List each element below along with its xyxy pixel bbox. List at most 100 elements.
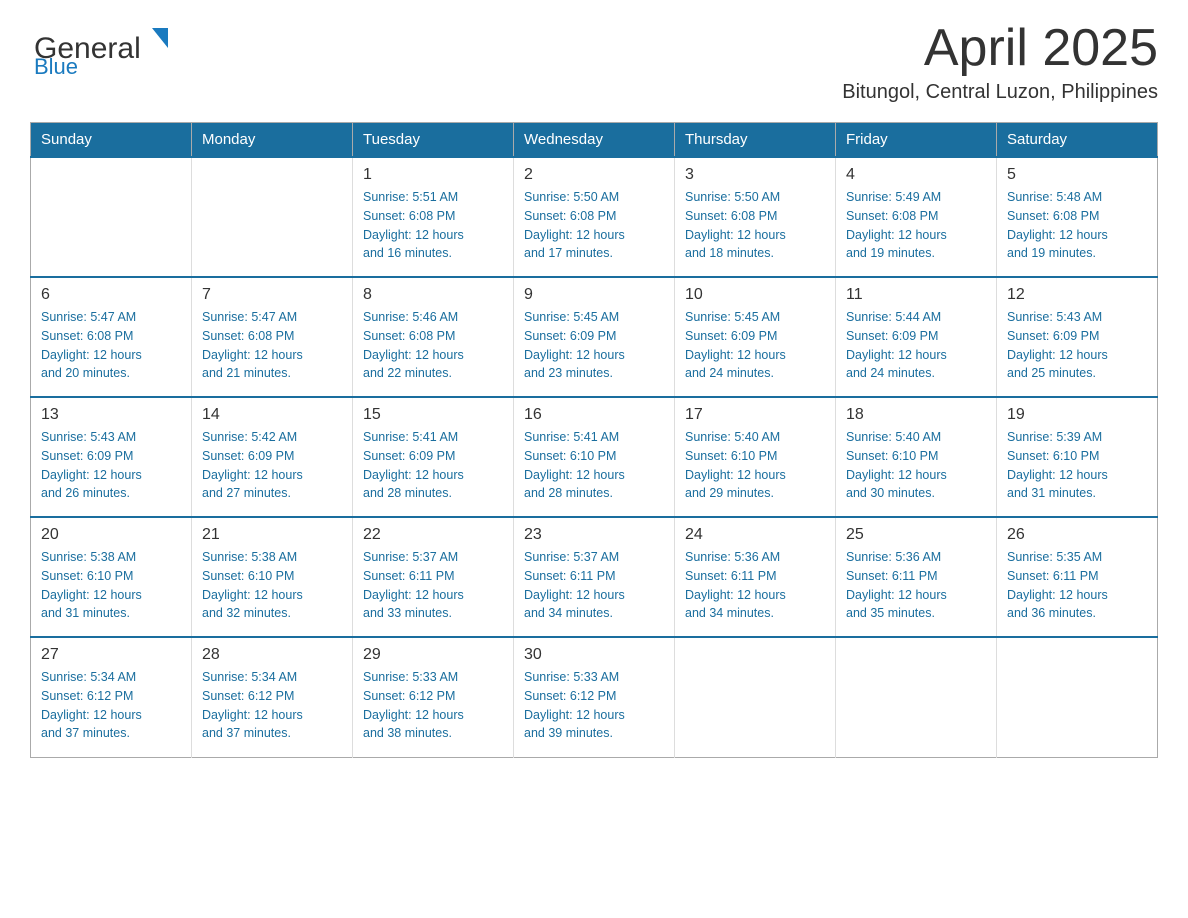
day-info: Sunrise: 5:49 AMSunset: 6:08 PMDaylight:… — [846, 188, 986, 263]
calendar-cell: 5Sunrise: 5:48 AMSunset: 6:08 PMDaylight… — [997, 157, 1158, 277]
calendar-cell — [31, 157, 192, 277]
calendar-header-friday: Friday — [836, 123, 997, 158]
day-info: Sunrise: 5:40 AMSunset: 6:10 PMDaylight:… — [846, 428, 986, 503]
day-info: Sunrise: 5:41 AMSunset: 6:10 PMDaylight:… — [524, 428, 664, 503]
day-number: 23 — [524, 526, 664, 544]
calendar-cell — [192, 157, 353, 277]
day-info: Sunrise: 5:40 AMSunset: 6:10 PMDaylight:… — [685, 428, 825, 503]
day-number: 13 — [41, 406, 181, 424]
location-title: Bitungol, Central Luzon, Philippines — [842, 81, 1158, 104]
calendar-table: SundayMondayTuesdayWednesdayThursdayFrid… — [30, 122, 1158, 758]
day-info: Sunrise: 5:38 AMSunset: 6:10 PMDaylight:… — [202, 548, 342, 623]
day-number: 7 — [202, 286, 342, 304]
calendar-cell: 18 Sunrise: 5:40 AMSunset: 6:10 PMDayligh… — [836, 397, 997, 517]
calendar-cell: 23 Sunrise: 5:37 AMSunset: 6:11 PMDayligh… — [514, 517, 675, 637]
month-title: April 2025 — [842, 20, 1158, 77]
calendar-cell — [836, 637, 997, 757]
calendar-week-row: 6 Sunrise: 5:47 AMSunset: 6:08 PMDaylight… — [31, 277, 1158, 397]
calendar-header-sunday: Sunday — [31, 123, 192, 158]
day-number: 30 — [524, 646, 664, 664]
day-info: Sunrise: 5:43 AMSunset: 6:09 PMDaylight:… — [41, 428, 181, 503]
calendar-cell: 20 Sunrise: 5:38 AMSunset: 6:10 PMDayligh… — [31, 517, 192, 637]
calendar-cell: 22 Sunrise: 5:37 AMSunset: 6:11 PMDayligh… — [353, 517, 514, 637]
day-number: 11 — [846, 286, 986, 304]
day-number: 22 — [363, 526, 503, 544]
day-info: Sunrise: 5:46 AMSunset: 6:08 PMDaylight:… — [363, 308, 503, 383]
calendar-week-row: 13 Sunrise: 5:43 AMSunset: 6:09 PMDayligh… — [31, 397, 1158, 517]
calendar-cell: 19 Sunrise: 5:39 AMSunset: 6:10 PMDayligh… — [997, 397, 1158, 517]
day-number: 21 — [202, 526, 342, 544]
day-info: Sunrise: 5:35 AMSunset: 6:11 PMDaylight:… — [1007, 548, 1147, 623]
day-number: 26 — [1007, 526, 1147, 544]
day-number: 9 — [524, 286, 664, 304]
page-header: General Blue April 2025 Bitungol, Centra… — [30, 20, 1158, 104]
calendar-cell: 13 Sunrise: 5:43 AMSunset: 6:09 PMDayligh… — [31, 397, 192, 517]
day-number: 17 — [685, 406, 825, 424]
calendar-cell: 12 Sunrise: 5:43 AMSunset: 6:09 PMDayligh… — [997, 277, 1158, 397]
calendar-week-row: 20 Sunrise: 5:38 AMSunset: 6:10 PMDayligh… — [31, 517, 1158, 637]
calendar-header-tuesday: Tuesday — [353, 123, 514, 158]
day-number: 6 — [41, 286, 181, 304]
calendar-cell — [997, 637, 1158, 757]
day-info: Sunrise: 5:33 AMSunset: 6:12 PMDaylight:… — [363, 668, 503, 743]
day-number: 1 — [363, 166, 503, 184]
day-info: Sunrise: 5:48 AMSunset: 6:08 PMDaylight:… — [1007, 188, 1147, 263]
calendar-cell: 4 Sunrise: 5:49 AMSunset: 6:08 PMDaylight… — [836, 157, 997, 277]
day-number: 4 — [846, 166, 986, 184]
calendar-cell: 25Sunrise: 5:36 AMSunset: 6:11 PMDayligh… — [836, 517, 997, 637]
svg-text:Blue: Blue — [34, 54, 78, 75]
title-section: April 2025 Bitungol, Central Luzon, Phil… — [842, 20, 1158, 104]
day-info: Sunrise: 5:47 AMSunset: 6:08 PMDaylight:… — [202, 308, 342, 383]
logo-svg: General Blue — [30, 20, 210, 75]
day-number: 18 — [846, 406, 986, 424]
calendar-cell: 8 Sunrise: 5:46 AMSunset: 6:08 PMDaylight… — [353, 277, 514, 397]
day-info: Sunrise: 5:36 AMSunset: 6:11 PMDaylight:… — [685, 548, 825, 623]
calendar-header-wednesday: Wednesday — [514, 123, 675, 158]
day-info: Sunrise: 5:37 AMSunset: 6:11 PMDaylight:… — [363, 548, 503, 623]
calendar-cell — [675, 637, 836, 757]
calendar-cell: 9 Sunrise: 5:45 AMSunset: 6:09 PMDaylight… — [514, 277, 675, 397]
day-info: Sunrise: 5:41 AMSunset: 6:09 PMDaylight:… — [363, 428, 503, 503]
day-number: 29 — [363, 646, 503, 664]
day-number: 24 — [685, 526, 825, 544]
day-number: 16 — [524, 406, 664, 424]
day-info: Sunrise: 5:33 AMSunset: 6:12 PMDaylight:… — [524, 668, 664, 743]
calendar-cell: 10Sunrise: 5:45 AMSunset: 6:09 PMDayligh… — [675, 277, 836, 397]
calendar-cell: 6 Sunrise: 5:47 AMSunset: 6:08 PMDaylight… — [31, 277, 192, 397]
day-info: Sunrise: 5:39 AMSunset: 6:10 PMDaylight:… — [1007, 428, 1147, 503]
day-number: 19 — [1007, 406, 1147, 424]
day-number: 25 — [846, 526, 986, 544]
day-info: Sunrise: 5:47 AMSunset: 6:08 PMDaylight:… — [41, 308, 181, 383]
calendar-header-monday: Monday — [192, 123, 353, 158]
day-number: 27 — [41, 646, 181, 664]
day-info: Sunrise: 5:50 AMSunset: 6:08 PMDaylight:… — [524, 188, 664, 263]
day-number: 12 — [1007, 286, 1147, 304]
calendar-cell: 26 Sunrise: 5:35 AMSunset: 6:11 PMDayligh… — [997, 517, 1158, 637]
day-info: Sunrise: 5:38 AMSunset: 6:10 PMDaylight:… — [41, 548, 181, 623]
calendar-header-row: SundayMondayTuesdayWednesdayThursdayFrid… — [31, 123, 1158, 158]
day-info: Sunrise: 5:50 AMSunset: 6:08 PMDaylight:… — [685, 188, 825, 263]
calendar-cell: 16 Sunrise: 5:41 AMSunset: 6:10 PMDayligh… — [514, 397, 675, 517]
calendar-cell: 14Sunrise: 5:42 AMSunset: 6:09 PMDayligh… — [192, 397, 353, 517]
day-info: Sunrise: 5:45 AMSunset: 6:09 PMDaylight:… — [524, 308, 664, 383]
day-number: 2 — [524, 166, 664, 184]
day-number: 3 — [685, 166, 825, 184]
calendar-cell: 11 Sunrise: 5:44 AMSunset: 6:09 PMDayligh… — [836, 277, 997, 397]
calendar-cell: 29 Sunrise: 5:33 AMSunset: 6:12 PMDayligh… — [353, 637, 514, 757]
logo: General Blue — [30, 20, 210, 75]
calendar-week-row: 27Sunrise: 5:34 AMSunset: 6:12 PMDayligh… — [31, 637, 1158, 757]
day-info: Sunrise: 5:43 AMSunset: 6:09 PMDaylight:… — [1007, 308, 1147, 383]
calendar-cell: 2 Sunrise: 5:50 AMSunset: 6:08 PMDaylight… — [514, 157, 675, 277]
day-number: 20 — [41, 526, 181, 544]
day-number: 15 — [363, 406, 503, 424]
calendar-cell: 1Sunrise: 5:51 AMSunset: 6:08 PMDaylight… — [353, 157, 514, 277]
calendar-cell: 28Sunrise: 5:34 AMSunset: 6:12 PMDayligh… — [192, 637, 353, 757]
calendar-cell: 30 Sunrise: 5:33 AMSunset: 6:12 PMDayligh… — [514, 637, 675, 757]
day-info: Sunrise: 5:44 AMSunset: 6:09 PMDaylight:… — [846, 308, 986, 383]
calendar-cell: 17 Sunrise: 5:40 AMSunset: 6:10 PMDayligh… — [675, 397, 836, 517]
day-number: 28 — [202, 646, 342, 664]
day-info: Sunrise: 5:37 AMSunset: 6:11 PMDaylight:… — [524, 548, 664, 623]
calendar-week-row: 1Sunrise: 5:51 AMSunset: 6:08 PMDaylight… — [31, 157, 1158, 277]
day-number: 8 — [363, 286, 503, 304]
calendar-cell: 7 Sunrise: 5:47 AMSunset: 6:08 PMDaylight… — [192, 277, 353, 397]
